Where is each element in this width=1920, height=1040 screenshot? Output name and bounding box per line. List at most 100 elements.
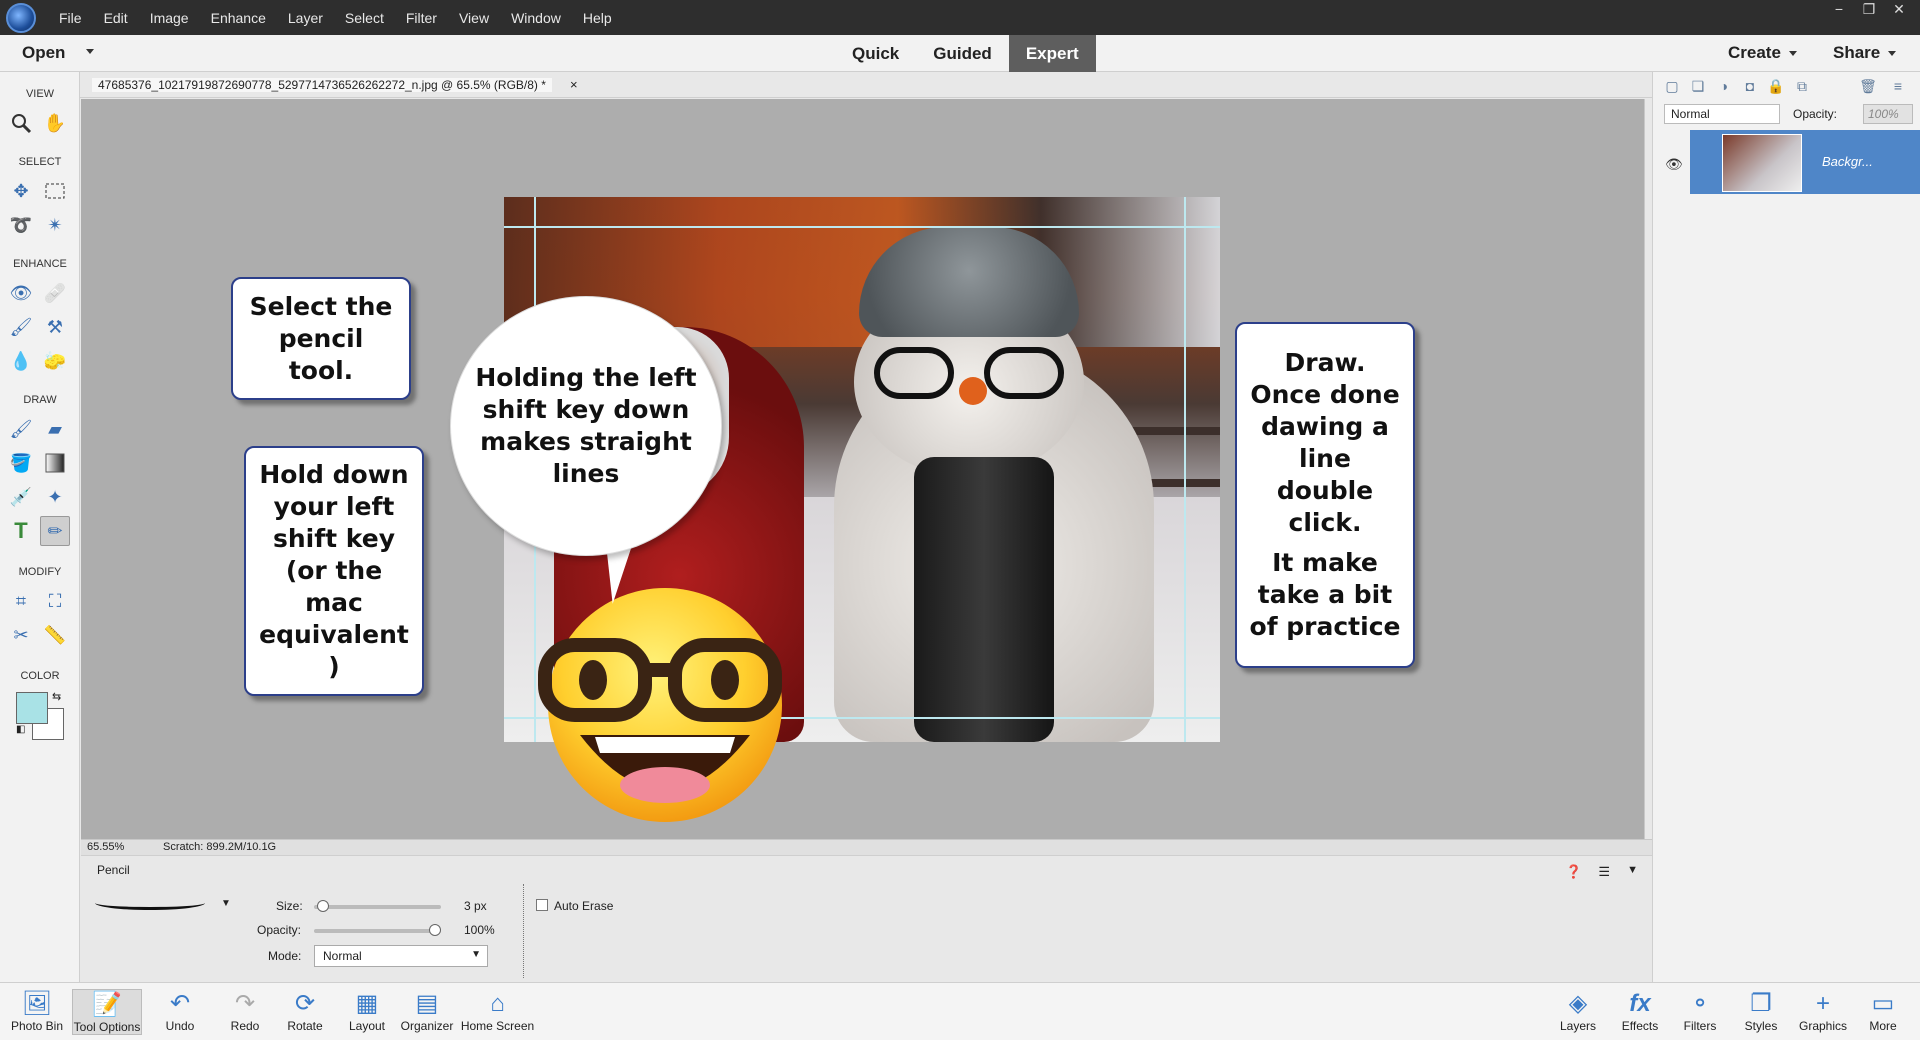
tab-quick[interactable]: Quick — [835, 35, 916, 72]
opacity-slider-knob[interactable] — [429, 924, 441, 936]
open-dropdown-icon[interactable] — [86, 49, 94, 54]
collapse-chevron-icon[interactable]: ▼ — [1627, 864, 1638, 876]
section-draw: DRAW — [23, 394, 57, 406]
magic-wand-tool-icon[interactable]: ✴ — [40, 210, 70, 240]
lock-all-icon[interactable]: ⧉ — [1793, 78, 1811, 94]
menu-file[interactable]: File — [48, 10, 93, 26]
menu-help[interactable]: Help — [572, 10, 623, 26]
layer-row-background[interactable]: Backgr... — [1690, 130, 1920, 194]
mode-select[interactable]: Normal ▼ — [314, 945, 488, 967]
home-screen-button[interactable]: ⌂ Home Screen — [455, 989, 540, 1033]
red-eye-tool-icon[interactable]: 👁 — [6, 278, 36, 308]
scratch-info: Scratch: 899.2M/10.1G — [163, 841, 277, 853]
opacity-slider[interactable] — [314, 924, 441, 936]
share-label: Share — [1833, 43, 1881, 62]
lock-icon[interactable]: 🔒 — [1767, 78, 1785, 94]
document-tab-bar: 47685376_10217919872690778_5297714736526… — [80, 72, 1652, 98]
zoom-level[interactable]: 65.55% — [87, 841, 124, 853]
brush-dropdown-icon[interactable]: ▼ — [221, 898, 231, 909]
menu-image[interactable]: Image — [139, 10, 200, 26]
photo-bin-button[interactable]: 🖼 Photo Bin — [2, 989, 72, 1033]
layers-label: Layers — [1559, 1019, 1597, 1033]
new-layer-icon[interactable]: ▢ — [1663, 78, 1681, 94]
eraser-tool-icon[interactable]: ▰ — [40, 414, 70, 444]
menu-edit[interactable]: Edit — [93, 10, 139, 26]
healing-brush-tool-icon[interactable]: 🩹 — [40, 278, 70, 308]
panel-menu-icon[interactable]: ≡ — [1889, 78, 1907, 94]
callout-draw-line: Draw. Once done dawing a line double cli… — [1235, 322, 1415, 668]
restore-button[interactable]: ❐ — [1854, 0, 1884, 18]
filters-button[interactable]: ⚬ Filters — [1665, 989, 1735, 1033]
auto-erase-checkbox[interactable] — [536, 899, 548, 911]
straighten-tool-icon[interactable]: 📏 — [40, 620, 70, 650]
smart-brush-tool-icon[interactable]: 🖌 — [6, 312, 36, 342]
styles-button[interactable]: ❐ Styles — [1726, 989, 1796, 1033]
document-tab[interactable]: 47685376_10217919872690778_5297714736526… — [92, 78, 552, 92]
eyedropper-tool-icon[interactable]: 💉 — [6, 482, 36, 512]
organizer-button[interactable]: ▤ Organizer — [392, 989, 462, 1033]
minimize-button[interactable]: − — [1824, 0, 1854, 18]
vertical-scrollbar[interactable] — [1644, 99, 1652, 839]
blur-tool-icon[interactable]: 💧 — [6, 346, 36, 376]
opacity-label: Opacity: — [257, 923, 302, 937]
clone-stamp-tool-icon[interactable]: ⚒ — [40, 312, 70, 342]
tab-expert[interactable]: Expert — [1008, 35, 1096, 72]
menu-filter[interactable]: Filter — [395, 10, 448, 26]
rotate-button[interactable]: ⟳ Rotate — [270, 989, 340, 1033]
hand-tool-icon[interactable]: ✋ — [40, 108, 70, 138]
undo-label: Undo — [165, 1019, 195, 1033]
move-tool-icon[interactable]: ✥ — [6, 176, 36, 206]
close-document-icon[interactable]: × — [570, 77, 578, 92]
pencil-tool-icon[interactable]: ✏ — [40, 516, 70, 546]
content-aware-move-tool-icon[interactable]: ✂ — [6, 620, 36, 650]
options-menu-icon[interactable]: ☰ — [1598, 864, 1610, 880]
share-button[interactable]: Share — [1833, 43, 1897, 63]
gradient-tool-icon[interactable] — [40, 448, 70, 478]
visibility-eye-icon[interactable]: 👁 — [1665, 156, 1683, 173]
more-button[interactable]: ▭ More — [1848, 989, 1918, 1033]
close-window-button[interactable]: ✕ — [1884, 0, 1914, 18]
recompose-tool-icon[interactable]: ⛶ — [40, 586, 70, 616]
help-icon[interactable]: ❓ — [1566, 864, 1582, 880]
swap-colors-icon[interactable]: ⇆ — [52, 690, 61, 703]
tool-options-icon: 📝 — [92, 991, 122, 1018]
menu-layer[interactable]: Layer — [277, 10, 334, 26]
tab-guided[interactable]: Guided — [916, 35, 1009, 72]
foreground-color-swatch[interactable] — [16, 692, 48, 724]
custom-shape-tool-icon[interactable]: ✦ — [40, 482, 70, 512]
sponge-tool-icon[interactable]: 🧽 — [40, 346, 70, 376]
size-slider[interactable] — [314, 900, 441, 912]
layer-mask-icon[interactable]: ◘ — [1741, 78, 1759, 94]
create-button[interactable]: Create — [1728, 43, 1797, 63]
menu-view[interactable]: View — [448, 10, 500, 26]
rotate-label: Rotate — [287, 1019, 323, 1033]
type-tool-icon[interactable]: T — [6, 516, 36, 546]
crop-tool-icon[interactable]: ⌗ — [6, 586, 36, 616]
layer-opacity-input[interactable]: 100% — [1863, 104, 1913, 124]
lasso-tool-icon[interactable]: ➰ — [6, 210, 36, 240]
zoom-tool-icon[interactable] — [6, 108, 36, 138]
adjustment-layer-icon[interactable]: ◑ — [1715, 78, 1733, 94]
styles-label: Styles — [1744, 1019, 1778, 1033]
trash-icon[interactable]: 🗑 — [1859, 78, 1877, 94]
menu-enhance[interactable]: Enhance — [200, 10, 277, 26]
default-colors-icon[interactable]: ◧ — [16, 724, 25, 735]
section-modify: MODIFY — [18, 566, 62, 578]
brush-tool-icon[interactable]: 🖌 — [6, 414, 36, 444]
layers-panel: ▢ ❏ ◑ ◘ 🔒 ⧉ 🗑 ≡ Normal Opacity: 100% 👁 B… — [1652, 72, 1920, 982]
open-button[interactable]: Open — [22, 43, 65, 63]
photo-bin-icon: 🖼 — [21, 990, 53, 1017]
window-controls: − ❐ ✕ — [1824, 0, 1914, 18]
size-slider-knob[interactable] — [317, 900, 330, 912]
paint-bucket-tool-icon[interactable]: 🪣 — [6, 448, 36, 478]
menu-select[interactable]: Select — [334, 10, 395, 26]
undo-button[interactable]: ↶ Undo — [145, 989, 215, 1033]
tool-options-button[interactable]: 📝 Tool Options — [72, 989, 142, 1035]
blend-mode-select[interactable]: Normal — [1664, 104, 1780, 124]
new-group-icon[interactable]: ❏ — [1689, 78, 1707, 94]
bottom-bar: 🖼 Photo Bin 📝 Tool Options ↶ Undo ↷ Redo ⟳ Ro… — [0, 982, 1920, 1040]
layers-button[interactable]: ◈ Layers — [1543, 989, 1613, 1033]
menu-window[interactable]: Window — [500, 10, 572, 26]
brush-preset-picker[interactable] — [95, 896, 205, 910]
marquee-tool-icon[interactable] — [40, 176, 70, 206]
